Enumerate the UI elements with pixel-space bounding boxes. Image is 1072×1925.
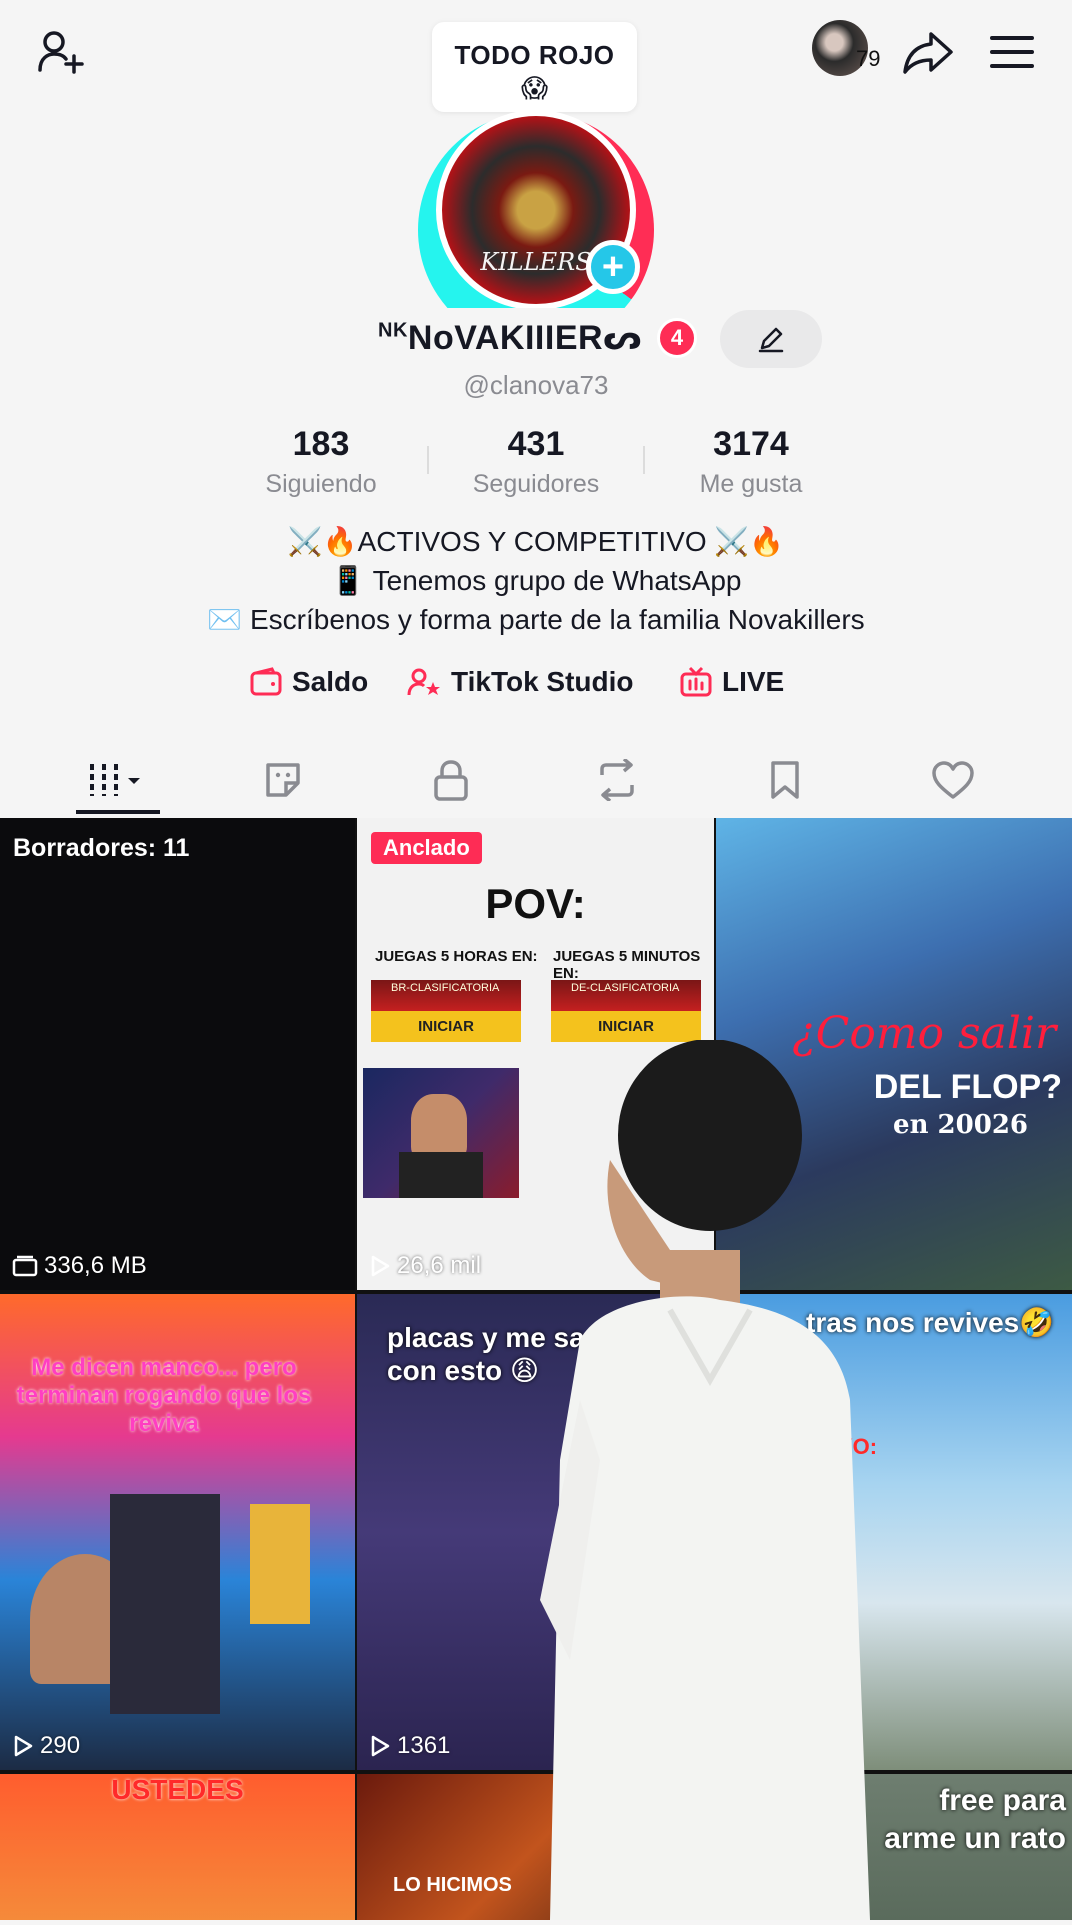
video-grid: Borradores: 11 336,6 MB Anclado POV: JUE… (0, 818, 1072, 1920)
view-count: 1361 (369, 1732, 450, 1760)
lock-icon (434, 760, 468, 801)
pinned-badge: Anclado (371, 832, 482, 864)
view-count: 290 (12, 1732, 80, 1760)
add-friend-icon[interactable] (28, 20, 92, 84)
grid-icon (90, 764, 140, 796)
pov-right-card: DE-CLASIFICATORIA INICIAR (551, 980, 701, 1042)
edit-name-button[interactable] (720, 310, 822, 368)
menu-icon[interactable] (980, 22, 1044, 82)
balance-link[interactable]: Saldo (250, 666, 368, 698)
tab-private[interactable] (396, 744, 506, 816)
pov-left-card: BR-CLASIFICATORIA INICIAR (371, 980, 521, 1042)
drafts-size: 336,6 MB (12, 1252, 147, 1280)
creator-star-icon (407, 668, 440, 696)
stat-divider (643, 446, 645, 474)
bio-line: ✉️ Escríbenos y forma parte de la famili… (207, 604, 865, 635)
tab-stickers[interactable] (228, 744, 338, 816)
tab-saved[interactable] (730, 744, 840, 816)
add-story-button[interactable]: + (586, 240, 640, 294)
stat-followers[interactable]: 431 Seguidores (436, 425, 636, 499)
profile-bio: ⚔️🔥ACTIVOS Y COMPETITIVO ⚔️🔥 📱 Tenemos g… (0, 522, 1072, 639)
flop-subtitle: DEL FLOP? (873, 1068, 1062, 1106)
stats-row: 183 Siguiendo 431 Seguidores 3174 Me gus… (0, 425, 1072, 505)
play-icon (371, 1735, 390, 1757)
overlay-person-image (540, 1039, 890, 1920)
pov-right-caption: JUEGAS 5 MINUTOS EN: (553, 948, 701, 982)
storage-icon (12, 1255, 38, 1277)
sticker-icon (266, 763, 300, 797)
share-icon[interactable] (896, 20, 960, 84)
username-handle: @clanova73 (463, 370, 609, 400)
drafts-tile[interactable]: Borradores: 11 336,6 MB (0, 818, 355, 1290)
bio-line: 📱 Tenemos grupo de WhatsApp (330, 565, 742, 596)
bio-line: ⚔️🔥ACTIVOS Y COMPETITIVO ⚔️🔥 (287, 526, 785, 557)
ustedes-caption: USTEDES (111, 1774, 244, 1805)
active-tab-indicator (76, 810, 160, 814)
pov-streamer-thumb (363, 1068, 519, 1198)
live-tv-icon (680, 666, 712, 697)
visitor-count: 79 (856, 46, 881, 71)
top-bar: TODO ROJO 😱 79 (0, 0, 1072, 112)
view-count: 26,6 mil (369, 1252, 481, 1280)
name-badge: 4 (657, 318, 697, 358)
tab-videos[interactable] (63, 744, 173, 816)
pencil-icon (758, 327, 784, 353)
display-name: NKNoVAKIIIERᔕ (378, 319, 643, 357)
video-tile[interactable]: USTEDES (0, 1774, 355, 1920)
manco-caption: Me dicen manco... pero terminan rogando … (16, 1354, 312, 1437)
bookmark-icon (771, 761, 799, 799)
tab-liked[interactable] (898, 744, 1008, 816)
play-icon (371, 1255, 390, 1277)
tiktok-studio-link[interactable]: TikTok Studio (407, 666, 634, 698)
content-tabs (0, 744, 1072, 816)
flop-year: en 20026 (893, 1110, 1028, 1140)
free-caption: free para arme un rato (884, 1784, 1066, 1855)
stat-divider (427, 446, 429, 474)
tab-reposts[interactable] (562, 744, 672, 816)
note-text: TODO ROJO (454, 40, 615, 70)
hicimos-caption: LO HICIMOS (393, 1874, 512, 1896)
name-row: NKNoVAKIIIERᔕ (0, 310, 1072, 370)
live-link[interactable]: LIVE (680, 666, 784, 698)
pov-left-caption: JUEGAS 5 HORAS EN: (375, 948, 538, 965)
stat-following[interactable]: 183 Siguiendo (221, 425, 421, 499)
pov-title: POV: (485, 880, 586, 927)
note-bubble[interactable]: TODO ROJO 😱 (432, 22, 637, 112)
wallet-icon (250, 667, 282, 696)
heart-icon (932, 761, 974, 799)
repost-icon (600, 759, 634, 801)
play-icon (14, 1735, 33, 1757)
drafts-label: Borradores: 11 (13, 834, 190, 862)
note-emoji: 😱 (520, 73, 549, 103)
profile-links: Saldo TikTok Studio LIVE (0, 666, 1072, 710)
video-tile[interactable]: Me dicen manco... pero terminan rogando … (0, 1294, 355, 1770)
stat-likes[interactable]: 3174 Me gusta (651, 425, 851, 499)
